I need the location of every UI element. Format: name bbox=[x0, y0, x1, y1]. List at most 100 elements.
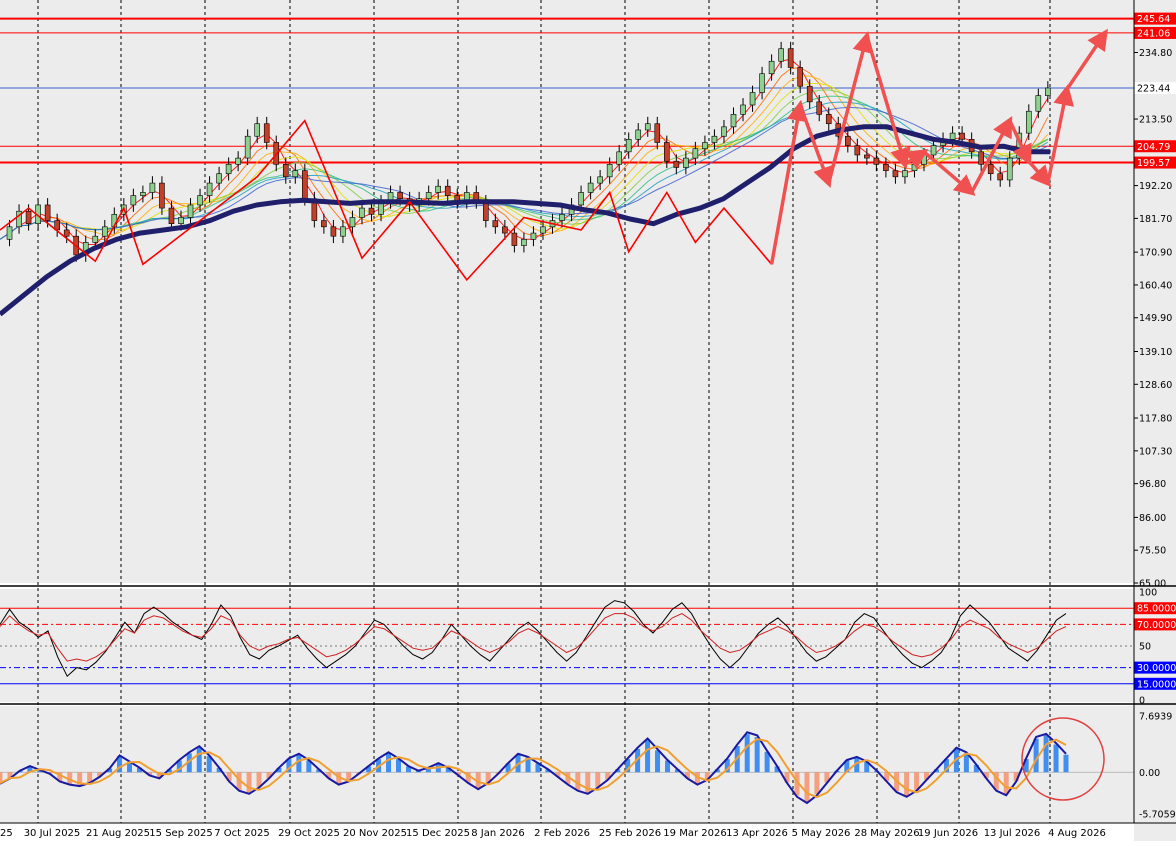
macd-histogram-bar bbox=[386, 753, 392, 773]
candle-body bbox=[1035, 95, 1042, 112]
candle-body bbox=[263, 123, 270, 143]
candle-body bbox=[616, 151, 622, 165]
candle-body bbox=[721, 126, 727, 137]
candle-body bbox=[197, 195, 203, 206]
candle-body bbox=[63, 229, 70, 237]
x-tick-label: 8 Jan 2026 bbox=[471, 828, 525, 839]
candle-body bbox=[654, 123, 661, 143]
candle-body bbox=[349, 217, 356, 228]
macd-histogram-bar bbox=[1043, 735, 1049, 773]
candle-body bbox=[787, 48, 794, 68]
macd-tick-label: 7.6939 bbox=[1139, 712, 1172, 723]
candle-body bbox=[44, 204, 51, 221]
candle-body bbox=[625, 139, 632, 153]
candle-body bbox=[854, 145, 861, 156]
macd-histogram-bar bbox=[1063, 754, 1069, 773]
candle-body bbox=[502, 226, 508, 234]
candle-body bbox=[711, 135, 718, 143]
x-tick-label: 19 Jun 2026 bbox=[918, 828, 978, 839]
candle-body bbox=[397, 192, 403, 200]
candle-body bbox=[559, 214, 565, 221]
macd-histogram-bar bbox=[396, 759, 402, 773]
x-tick-label: 20 Nov 2025 bbox=[343, 828, 407, 839]
candle-body bbox=[244, 135, 251, 159]
candle-body bbox=[578, 192, 584, 206]
level-label: 223.44 bbox=[1137, 83, 1170, 94]
y-tick-label: 75.50 bbox=[1139, 546, 1166, 557]
chart-root: 30 Jul 2025 21 Aug 2025 15 Sep 2025 7 Oct 2… bbox=[0, 0, 1176, 841]
candle-body bbox=[825, 114, 832, 125]
x-tick-label: 19 Mar 2026 bbox=[663, 828, 726, 839]
candle-body bbox=[587, 182, 594, 193]
candle-body bbox=[692, 148, 699, 159]
candle-body bbox=[1045, 87, 1051, 96]
macd-histogram-bar bbox=[296, 754, 302, 773]
macd-tick-label: -5.7059 bbox=[1139, 810, 1176, 821]
macd-histogram-bar bbox=[1003, 772, 1009, 795]
candle-body bbox=[597, 176, 603, 184]
candle-body bbox=[749, 92, 756, 106]
candle-body bbox=[892, 170, 899, 178]
candle-body bbox=[521, 239, 527, 246]
x-tick-label: 7 Oct 2025 bbox=[214, 828, 269, 839]
y-tick-label: 96.80 bbox=[1139, 479, 1166, 490]
candle-body bbox=[730, 114, 737, 128]
candle-body bbox=[140, 192, 146, 196]
x-tick-label: 25 Feb 2026 bbox=[599, 828, 661, 839]
candle-body bbox=[492, 220, 499, 228]
x-tick-label: 4 Aug 2026 bbox=[1048, 828, 1106, 839]
macd-histogram-bar bbox=[246, 772, 252, 793]
candle-body bbox=[483, 201, 489, 221]
candle-body bbox=[321, 220, 327, 228]
candle-body bbox=[902, 170, 908, 178]
candle-body bbox=[216, 173, 222, 184]
stoch-level-label: 15.0000 bbox=[1137, 679, 1176, 690]
y-tick-label: 160.40 bbox=[1139, 280, 1172, 291]
macd-histogram-bar bbox=[814, 772, 820, 795]
macd-histogram-bar bbox=[1053, 744, 1059, 773]
candle-body bbox=[921, 154, 927, 165]
candle-body bbox=[778, 48, 784, 62]
y-tick-label: 192.20 bbox=[1139, 181, 1172, 192]
candle-body bbox=[883, 164, 889, 171]
y-tick-label: 128.60 bbox=[1139, 380, 1172, 391]
level-label: 245.64 bbox=[1137, 14, 1170, 25]
macd-histogram-bar bbox=[655, 750, 661, 773]
candle-body bbox=[25, 210, 32, 225]
macd-tick-label: 0.00 bbox=[1139, 768, 1160, 779]
macd-histogram-bar bbox=[595, 772, 601, 787]
x-tick-label: 15 Dec 2025 bbox=[406, 828, 470, 839]
candle-body bbox=[930, 145, 937, 156]
chart-svg[interactable]: 30 Jul 2025 21 Aug 2025 15 Sep 2025 7 Oct 2… bbox=[0, 0, 1176, 841]
x-tick-label: 25 bbox=[0, 828, 13, 839]
candle-body bbox=[911, 164, 918, 171]
price-panel-bg bbox=[0, 0, 1134, 583]
y-tick-label: 86.00 bbox=[1139, 513, 1166, 524]
candle-body bbox=[635, 129, 642, 140]
candle-body bbox=[606, 164, 613, 178]
candle-body bbox=[206, 182, 213, 196]
candle-body bbox=[978, 151, 984, 165]
candle-body bbox=[1006, 157, 1013, 181]
y-tick-label: 234.80 bbox=[1139, 48, 1172, 59]
candle-body bbox=[987, 164, 994, 175]
candle-body bbox=[292, 170, 299, 178]
candle-body bbox=[683, 157, 689, 168]
y-tick-label: 117.80 bbox=[1139, 414, 1172, 425]
y-tick-label: 107.30 bbox=[1139, 446, 1172, 457]
candle-body bbox=[359, 207, 365, 218]
x-tick-label: 13 Jul 2026 bbox=[984, 828, 1041, 839]
candle-body bbox=[235, 157, 241, 165]
candle-body bbox=[435, 185, 441, 193]
level-label: 199.57 bbox=[1137, 158, 1170, 169]
candle-body bbox=[949, 132, 956, 140]
stoch-level-label: 30.0000 bbox=[1137, 663, 1176, 674]
candle-body bbox=[845, 135, 851, 146]
x-tick-label: 29 Oct 2025 bbox=[278, 828, 340, 839]
y-tick-label: 170.90 bbox=[1139, 248, 1172, 259]
candle-body bbox=[530, 232, 537, 240]
candle-body bbox=[425, 192, 432, 200]
y-tick-label: 139.10 bbox=[1139, 347, 1172, 358]
candle-body bbox=[864, 154, 870, 159]
y-tick-label: 149.90 bbox=[1139, 313, 1172, 324]
